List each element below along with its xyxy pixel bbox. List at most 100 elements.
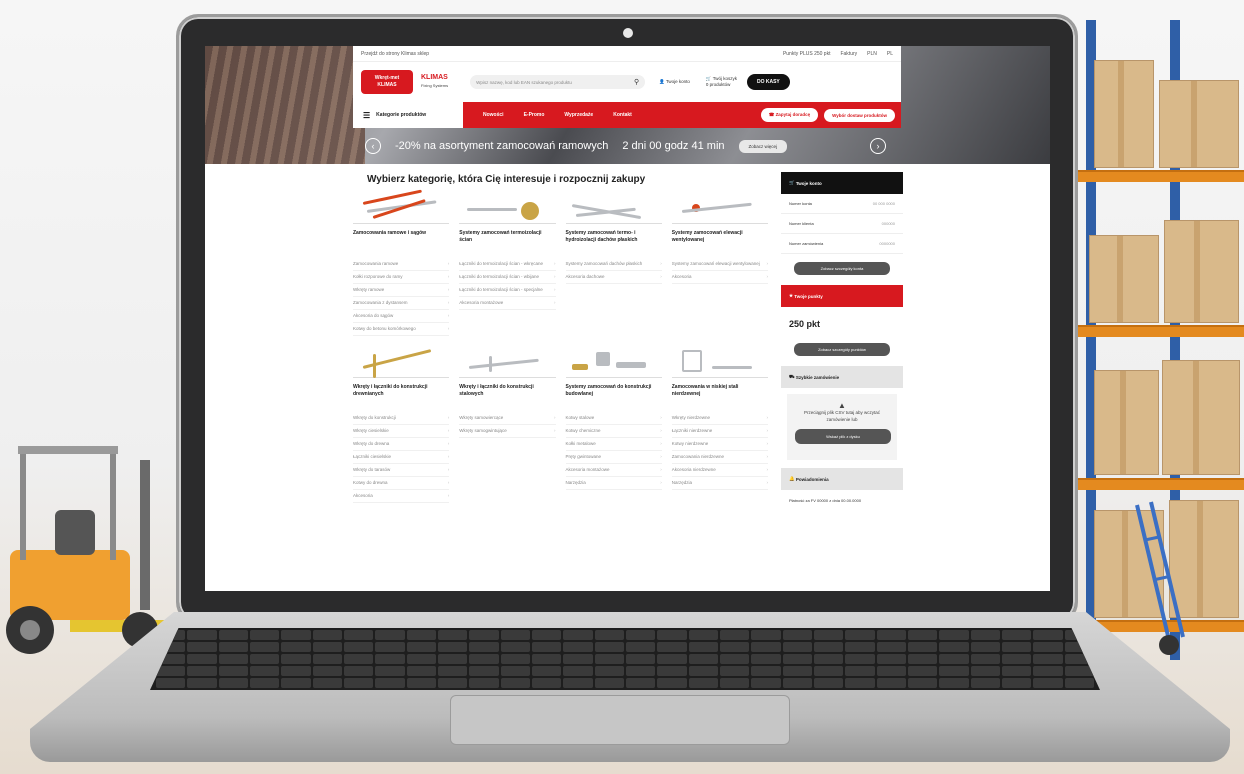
category-image <box>565 190 662 224</box>
keyboard-key <box>782 678 812 688</box>
category-item[interactable]: Akcesoria montażowe <box>565 464 662 477</box>
upload-icon: ▲ <box>838 401 846 410</box>
category-item[interactable]: Akcesoria montażowe <box>459 297 556 310</box>
category-item[interactable]: Kotwy do betonu komórkowego <box>353 323 450 336</box>
category-title[interactable]: Wkręty i łączniki do konstrukcji drewnia… <box>353 384 449 404</box>
cardboard-box <box>1162 360 1240 475</box>
keyboard-key <box>594 678 624 688</box>
nav-link-e-promo[interactable]: E-Promo <box>524 112 545 118</box>
category-item[interactable]: Zamocowania z dystansem <box>353 297 450 310</box>
category-item[interactable]: Łączniki do termoizolacji ścian - wkręca… <box>459 258 556 271</box>
keyboard-key <box>657 678 687 688</box>
search-input[interactable]: Wpisz nazwę, kod lub EAN szukanego produ… <box>470 75 646 89</box>
points-details-button[interactable]: Zobacz szczegóły punktów <box>794 343 890 356</box>
category-item[interactable]: Wkręty do konstrukcji <box>353 412 450 425</box>
category-card[interactable]: Zamocowania w niskiej stali nierdzewnej … <box>671 344 768 503</box>
csv-drop-zone[interactable]: ▲ Przeciągnij plik CSV tutaj aby wczytać… <box>787 394 897 460</box>
category-item[interactable]: Akcesoria <box>353 490 450 503</box>
keyboard-key <box>626 654 656 664</box>
category-item[interactable]: Wkręty ciesielskie <box>353 425 450 438</box>
category-item[interactable]: Zamocowania ramowe <box>353 258 450 271</box>
category-item[interactable]: Łączniki nierdzewne <box>671 425 768 438</box>
categories-menu-button[interactable]: ☰ Kategorie produktów <box>353 102 463 128</box>
keyboard-key <box>438 642 468 652</box>
search-icon[interactable]: ⚲ <box>634 78 639 86</box>
category-item[interactable]: Akcesoria <box>671 271 768 284</box>
category-item[interactable]: Systemy zamocowań dachów płaskich <box>565 258 662 271</box>
category-title[interactable]: Systemy zamocowań elewacji wentylowanej <box>672 230 768 250</box>
category-item[interactable]: Kołki rozporowe do ramy <box>353 271 450 284</box>
topbar-points[interactable]: Punkty PLUS 250 pkt <box>783 51 831 57</box>
category-item[interactable]: Narzędzia <box>565 477 662 490</box>
keyboard-key <box>657 666 687 676</box>
category-card[interactable]: Zamocowania ramowe i sągów Zamocowania r… <box>353 189 450 336</box>
ask-advisor-button[interactable]: ☎ Zapytaj doradcę <box>760 108 819 122</box>
trackpad <box>450 695 790 745</box>
keyboard-key <box>438 630 468 640</box>
category-item[interactable]: Wkręty samowiercące <box>459 412 556 425</box>
category-card[interactable]: Wkręty i łączniki do konstrukcji stalowy… <box>459 344 556 503</box>
category-item[interactable]: Akcesoria nierdzewne <box>671 464 768 477</box>
keyboard-key <box>375 642 405 652</box>
promo-next-arrow-icon[interactable]: › <box>870 138 886 154</box>
checkout-button[interactable]: DO KASY <box>746 74 790 90</box>
top-bar: Przejdź do strony Klimas sklep Punkty PL… <box>353 46 901 62</box>
topbar-language[interactable]: PL <box>887 51 893 57</box>
topbar-invoices[interactable]: Faktury <box>840 51 857 57</box>
category-item[interactable]: Wkręty samogwintujące <box>459 425 556 438</box>
notification-item[interactable]: Płatność za FV 00000 z dnia 00.00.0000 <box>781 490 903 512</box>
category-item[interactable]: Akcesoria do sągów <box>353 310 450 323</box>
category-item[interactable]: Łączniki ciesielskie <box>353 451 450 464</box>
row-value: 00 000 0000 <box>872 201 895 206</box>
wkret-met-logo[interactable]: Wkręt-met KLIMAS <box>361 70 413 94</box>
category-item[interactable]: Wkręty nierdzewne <box>671 412 768 425</box>
category-card[interactable]: Systemy zamocowań termoizolacji ścian Łą… <box>459 190 556 336</box>
category-item[interactable]: Kotwy chemiczne <box>565 425 662 438</box>
category-image <box>671 190 768 224</box>
category-title[interactable]: Systemy zamocowań termoizolacji ścian <box>459 230 555 250</box>
keyboard-key <box>1033 678 1063 688</box>
account-link[interactable]: 👤 Twoje konto <box>659 79 690 85</box>
category-title[interactable]: Zamocowania ramowe i sągów <box>353 230 449 250</box>
promo-prev-arrow-icon[interactable]: ‹ <box>365 138 381 154</box>
category-item[interactable]: Zamocowania nierdzewne <box>671 451 768 464</box>
category-item[interactable]: Kołki metalowe <box>565 438 662 451</box>
category-title[interactable]: Zamocowania w niskiej stali nierdzewnej <box>672 384 768 404</box>
webcam <box>623 28 633 38</box>
keyboard-key <box>218 642 248 652</box>
category-item[interactable]: Łączniki do termoizolacji ścian - specja… <box>459 284 556 297</box>
topbar-left-link[interactable]: Przejdź do strony Klimas sklep <box>361 51 429 57</box>
category-item[interactable]: Łączniki do termoizolacji ścian - wbijan… <box>459 271 556 284</box>
promo-more-button[interactable]: Zobacz więcej <box>738 139 788 153</box>
category-item[interactable]: Kotwy nierdzewne <box>671 438 768 451</box>
row-label: Numer zamówienia <box>789 241 824 246</box>
category-item[interactable]: Pręty gwintowane <box>565 451 662 464</box>
topbar-currency[interactable]: PLN <box>867 51 877 57</box>
category-title[interactable]: Systemy zamocowań termo- i hydroizolacji… <box>566 230 662 250</box>
nav-link-kontakt[interactable]: Kontakt <box>613 112 632 118</box>
category-card[interactable]: Systemy zamocowań do konstrukcji budowla… <box>565 344 662 503</box>
category-item[interactable]: Wkręty do tarasów <box>353 464 450 477</box>
nav-link-nowosci[interactable]: Nowości <box>483 112 504 118</box>
category-item[interactable]: Narzędzia <box>671 477 768 490</box>
choose-file-button[interactable]: Wskaż plik z dysku <box>795 429 891 444</box>
keyboard-key <box>939 654 969 664</box>
klimas-logo[interactable]: KLIMAS Fixing Systems <box>421 74 448 90</box>
category-card[interactable]: Systemy zamocowań termo- i hydroizolacji… <box>565 190 662 336</box>
nav-link-wyprzedaze[interactable]: Wyprzedaże <box>564 112 593 118</box>
keyboard-key <box>845 666 875 676</box>
category-card[interactable]: Wkręty i łączniki do konstrukcji drewnia… <box>353 344 450 503</box>
category-card[interactable]: Systemy zamocowań elewacji wentylowanej … <box>671 190 768 336</box>
category-item[interactable]: Wkręty do drewna <box>353 438 450 451</box>
category-title[interactable]: Systemy zamocowań do konstrukcji budowla… <box>566 384 662 404</box>
account-details-button[interactable]: Zobacz szczegóły konta <box>794 262 890 275</box>
category-item[interactable]: Akcesoria dachowe <box>565 271 662 284</box>
cart-widget[interactable]: 🛒 Twój koszyk 0 produktów <box>706 76 737 88</box>
category-item[interactable]: Kotwy stalowe <box>565 412 662 425</box>
category-item[interactable]: Kotwy do drewna <box>353 477 450 490</box>
delivery-choice-button[interactable]: Wybór dostaw produktów <box>824 108 895 122</box>
category-item[interactable]: Systemy zamocowań elewacji wentylowanej <box>671 258 768 271</box>
promo-text: -20% na asortyment zamocowań ramowych <box>395 140 609 152</box>
category-title[interactable]: Wkręty i łączniki do konstrukcji stalowy… <box>459 384 555 404</box>
category-item[interactable]: Wkręty ramowe <box>353 284 450 297</box>
